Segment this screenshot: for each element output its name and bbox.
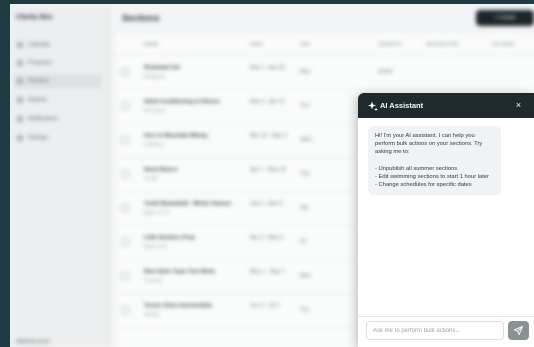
section-subtitle: Youth [144,176,158,182]
section-date: Mar 10 - May 2 [250,133,287,139]
panel-title: AI Assistant [380,101,424,110]
row-checkbox[interactable] [121,272,129,280]
section-day: Fri [300,239,307,245]
section-date: May 1 - May 7 [250,269,285,275]
user-account[interactable]: Adult Account [16,339,50,345]
column-header: DAY [300,42,310,48]
section-name: Little Strokers Prep [144,235,195,241]
row-checkbox[interactable] [121,238,129,246]
section-subtitle: All levels [144,108,166,114]
message-item: - Unpublish all summer sections [375,165,458,172]
sidebar-item-programs[interactable]: Programs [14,56,102,70]
sidebar-item-reports[interactable]: Reports [14,93,102,107]
send-button[interactable] [508,321,529,340]
message-composer [358,316,534,347]
section-date: Jan 5 - Mar 8 [250,201,283,207]
section-date: Apr 1 - May 20 [250,167,287,173]
section-name: Swim Basics [144,167,178,173]
ai-assistant-panel: AI Assistant × Hi! I'm your AI assistant… [358,93,534,347]
message-item: - Edit swimming sections to start 1 hour… [375,173,490,180]
sidebar: Clarity Box Calendar Programs Sections R… [10,4,109,347]
sidebar-item-settings[interactable]: Settings [14,131,102,145]
sidebar-item-label: Reports [28,97,48,103]
sidebar-item-label: Settings [28,135,48,141]
sidebar-item-label: Calendar [28,42,51,48]
programs-icon [17,60,23,66]
section-name: Intro to Mountain Biking [144,133,208,139]
sparkle-icon [368,101,378,111]
section-day: Tue [300,307,310,313]
section-date: Mar 4 - Apr 15 [250,99,285,105]
section-subtitle: Outdoor [144,142,164,148]
column-header: ACTIONS [492,42,515,48]
column-header: INSTRUCTOR [426,42,459,48]
create-button[interactable]: + Create [476,10,534,26]
section-date: Mar 1 - Apr 30 [250,65,285,71]
close-button[interactable]: × [512,99,525,112]
reports-icon [17,97,23,103]
section-name: Tennis Clinic Intermediate [144,303,213,309]
table-row[interactable]: Pickleball 101 Beginner Mar 1 - Apr 30 Mon A… [116,55,534,90]
column-header: NAME [144,42,159,48]
sidebar-item-label: Sections [28,78,50,84]
section-date: Jun 3 - Jul 1 [250,303,280,309]
section-name: Adult Conditioning & Fitness [144,99,220,105]
section-day: Mon [300,273,311,279]
assistant-message: Hi! I'm your AI assistant. I can help yo… [368,126,501,196]
section-day: Sat [300,205,309,211]
section-day: Mon [300,69,311,75]
section-subtitle: Adults [144,312,160,318]
row-checkbox[interactable] [121,170,129,178]
sidebar-item-sections[interactable]: Sections [14,74,102,88]
column-header: CAPACITY [378,42,403,48]
column-header: DATE [250,42,263,48]
section-name: New Swim Team Test Week [144,269,215,275]
section-name: Pickleball 101 [144,65,181,71]
gear-icon [17,135,23,141]
section-date: Apr 2 - May 9 [250,235,284,241]
sidebar-item-calendar[interactable]: Calendar [14,38,102,52]
message-intro: Hi! I'm your AI assistant. I can help yo… [375,133,483,156]
message-item: - Change schedules for specific dates [375,182,472,189]
section-status: Active [378,69,393,75]
send-icon [514,326,523,335]
panel-header: AI Assistant × [358,93,534,118]
section-day: Thu [300,171,310,177]
row-checkbox[interactable] [121,68,129,76]
section-name: Youth Basketball - Winter Season [144,201,232,207]
row-checkbox[interactable] [121,306,129,314]
section-day: Wed [300,137,312,143]
bell-icon [17,116,23,122]
section-day: Tue [300,103,310,109]
brand-name: Clarity Box [16,14,53,21]
section-subtitle: Tryouts [144,278,163,284]
page-title: Sections [122,13,160,23]
section-subtitle: Ages 8-12 [144,210,170,216]
chat-input[interactable] [366,321,504,340]
row-checkbox[interactable] [121,102,129,110]
row-checkbox[interactable] [121,204,129,212]
calendar-icon [17,42,23,48]
sidebar-item-label: Programs [28,60,52,66]
row-checkbox[interactable] [121,136,129,144]
table-header: NAME DATE DAY CAPACITY INSTRUCTOR ACTION… [116,34,534,55]
sections-icon [17,78,23,84]
sidebar-item-notifications[interactable]: Notifications [14,112,102,126]
section-subtitle: Beginner [144,74,167,80]
section-subtitle: Ages 4-6 [144,244,167,250]
sidebar-item-label: Notifications [28,116,58,122]
